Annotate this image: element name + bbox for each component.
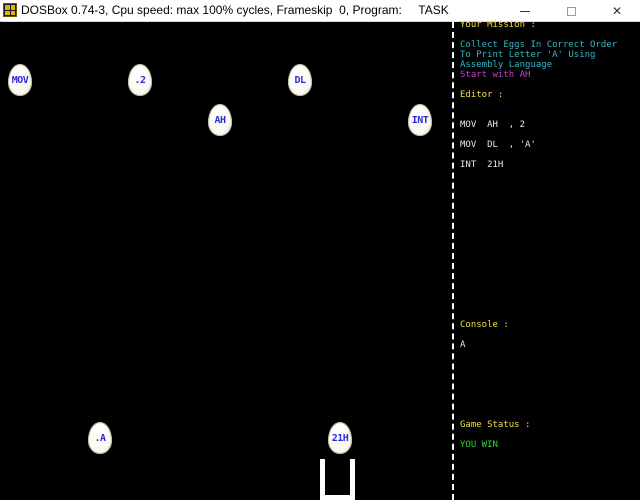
minimize-icon: [520, 10, 530, 12]
mission-heading: Your Mission :: [460, 20, 536, 30]
status-heading: Game Status :: [460, 420, 531, 430]
close-button[interactable]: ✕: [594, 0, 640, 22]
editor-heading: Editor :: [460, 90, 504, 100]
console-output: A: [460, 340, 466, 350]
panel-divider: [452, 22, 454, 500]
mission-line: To Print Letter 'A' Using: [460, 50, 596, 60]
player-basket: [320, 459, 355, 500]
maximize-icon: [566, 6, 576, 16]
egg-label: DL: [294, 75, 306, 86]
egg-ah: AH: [208, 104, 232, 136]
mission-line: Collect Eggs In Correct Order: [460, 40, 618, 50]
close-icon: ✕: [611, 4, 623, 18]
egg-int: INT: [408, 104, 432, 136]
egg-2: .2: [128, 64, 152, 96]
side-panel: Your Mission : Collect Eggs In Correct O…: [460, 20, 638, 500]
editor-line: INT 21H: [460, 160, 504, 170]
window-titlebar[interactable]: DOSBox 0.74-3, Cpu speed: max 100% cycle…: [0, 0, 640, 22]
editor-line: MOV AH , 2: [460, 120, 526, 130]
egg-mov: MOV: [8, 64, 32, 96]
egg-label: INT: [411, 115, 429, 126]
egg-label: .A: [94, 433, 106, 444]
game-screen: MOV .2 DL AH INT .A 21H Your Mission : C…: [0, 20, 640, 500]
egg-a: .A: [88, 422, 112, 454]
window-title: DOSBox 0.74-3, Cpu speed: max 100% cycle…: [21, 3, 449, 17]
minimize-button[interactable]: [502, 0, 548, 22]
maximize-button[interactable]: [548, 0, 594, 22]
editor-line: MOV DL , 'A': [460, 140, 536, 150]
egg-label: MOV: [11, 75, 29, 86]
egg-label: 21H: [331, 433, 349, 444]
dosbox-app-icon: [3, 3, 17, 17]
egg-label: AH: [214, 115, 226, 126]
mission-hint: Start with AH: [460, 70, 531, 80]
egg-21h: 21H: [328, 422, 352, 454]
egg-label: .2: [134, 75, 146, 86]
status-text: YOU WIN: [460, 440, 498, 450]
egg-dl: DL: [288, 64, 312, 96]
mission-line: Assembly Language: [460, 60, 553, 70]
console-heading: Console :: [460, 320, 509, 330]
